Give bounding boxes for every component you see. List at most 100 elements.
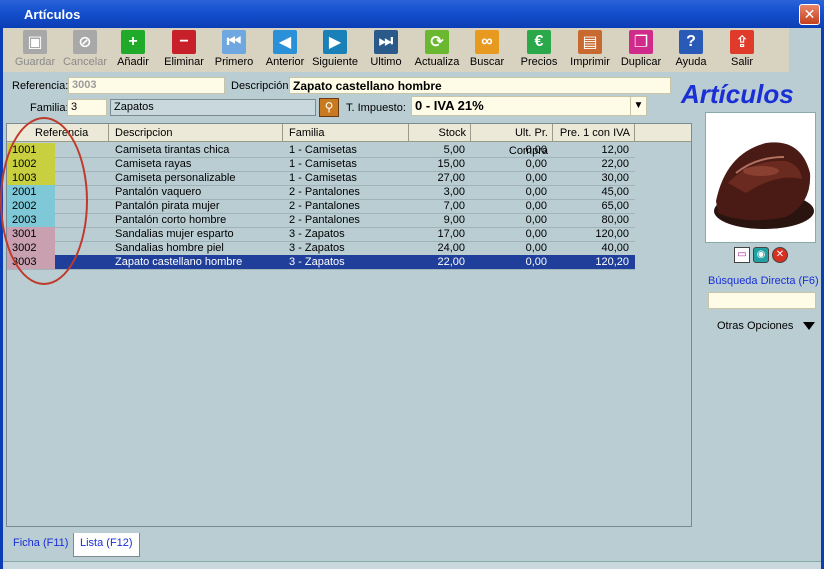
cell-stock: 7,00 [443, 200, 465, 212]
exit-icon: ⇪ [730, 30, 754, 54]
cell-stock: 17,00 [437, 228, 465, 240]
row-divider [7, 269, 635, 270]
grid-header: Referencia Descripcion Familia Stock Ult. Pr… [7, 124, 691, 157]
cell-familia: 2 - Pantalones [289, 186, 360, 198]
column-header-familia[interactable]: Familia [283, 124, 409, 142]
descripcion-label: Descripción: [231, 80, 292, 92]
busqueda-directa-label: Búsqueda Directa (F6) [708, 275, 819, 287]
cell-ult: 0,00 [525, 186, 547, 198]
plus-icon: + [121, 30, 145, 54]
actualiza-button[interactable]: ⟳ Actualiza [411, 30, 463, 70]
cell-familia: 2 - Pantalones [289, 200, 360, 212]
toolbar-button-label: Siguiente [312, 56, 358, 68]
buscar-button[interactable]: ∞ Buscar [461, 30, 513, 70]
familia-code-field[interactable]: 3 [67, 99, 107, 116]
busqueda-directa-input[interactable] [708, 292, 816, 309]
toolbar-button-label: Imprimir [570, 56, 610, 68]
cancelar-button[interactable]: ⊘ Cancelar [59, 30, 111, 70]
cell-stock: 24,00 [437, 242, 465, 254]
descripcion-field[interactable]: Zapato castellano hombre [289, 77, 671, 94]
cell-desc: Camiseta personalizable [115, 172, 236, 184]
anterior-button[interactable]: ◀ Anterior [259, 30, 311, 70]
euro-icon: € [527, 30, 551, 54]
ultimo-button[interactable]: ⏭ Ultimo [360, 30, 412, 70]
table-row[interactable]: 1003 Camiseta personalizable 1 - Camisetas… [7, 171, 635, 185]
minus-icon: − [172, 30, 196, 54]
eye-icon[interactable]: ◉ [753, 247, 769, 263]
cell-pre: 120,20 [595, 256, 629, 268]
salir-button[interactable]: ⇪ Salir [716, 30, 768, 70]
cell-pre: 120,00 [595, 228, 629, 240]
column-header-stock[interactable]: Stock [409, 124, 471, 142]
cell-stock: 15,00 [437, 158, 465, 170]
impuesto-dropdown-arrow[interactable]: ▼ [630, 97, 646, 115]
table-row[interactable]: 1002 Camiseta rayas 1 - Camisetas 15,00 0,00… [7, 157, 635, 171]
first-icon: ⏮ [222, 30, 246, 54]
siguiente-button[interactable]: ▶ Siguiente [309, 30, 361, 70]
duplicar-button[interactable]: ❐ Duplicar [615, 30, 667, 70]
cell-pre: 12,00 [601, 144, 629, 156]
table-row[interactable]: 1001 Camiseta tirantas chica 1 - Camisetas… [7, 143, 635, 157]
primero-button[interactable]: ⏮ Primero [208, 30, 260, 70]
column-header-descripcion[interactable]: Descripcion [109, 124, 283, 142]
cell-desc: Pantalón corto hombre [115, 214, 227, 226]
precios-button[interactable]: € Precios [513, 30, 565, 70]
toolbar-button-label: Salir [730, 56, 753, 68]
familia-label: Familia: [30, 102, 69, 114]
toolbar-button-label: Ultimo [370, 56, 402, 68]
toolbar-button-label: Precios [520, 56, 558, 68]
referencia-label: Referencia: [12, 80, 69, 92]
image-open-icon[interactable]: ▭ [734, 247, 750, 263]
cell-desc: Camiseta tirantas chica [115, 144, 230, 156]
cancel-icon: ⊘ [73, 30, 97, 54]
table-row[interactable]: 2001 Pantalón vaquero 2 - Pantalones 3,00 0,… [7, 185, 635, 199]
ayuda-button[interactable]: ? Ayuda [665, 30, 717, 70]
cell-desc: Sandalias hombre piel [115, 242, 224, 254]
view-tabs: Ficha (F11) Lista (F12) [3, 533, 821, 561]
familia-search-button[interactable]: ⚲ [319, 98, 339, 117]
column-header-ult-pr-compra[interactable]: Ult. Pr. Compra [471, 124, 553, 157]
table-row[interactable]: 2003 Pantalón corto hombre 2 - Pantalones 9… [7, 213, 635, 227]
otras-opciones-arrow-icon[interactable] [803, 322, 815, 330]
referencia-field[interactable]: 3003 [68, 77, 225, 94]
toolbar-button-label: Cancelar [62, 56, 108, 68]
table-row[interactable]: 2002 Pantalón pirata mujer 2 - Pantalones 7… [7, 199, 635, 213]
cell-ult: 0,00 [525, 256, 547, 268]
cell-stock: 9,00 [443, 214, 465, 226]
app-title: Artículos [681, 79, 794, 109]
familia-name-field: Zapatos [110, 99, 316, 116]
impuesto-select[interactable]: 0 - IVA 21% [411, 96, 647, 116]
binoculars-icon: ∞ [475, 30, 499, 54]
otras-opciones-label[interactable]: Otras Opciones [717, 320, 793, 332]
toolbar-button-label: Buscar [469, 56, 505, 68]
table-row[interactable]: 3002 Sandalias hombre piel 3 - Zapatos 24,0… [7, 241, 635, 255]
column-header-pre-1-con-iva[interactable]: Pre. 1 con IVA [553, 124, 635, 142]
status-bar [3, 561, 821, 569]
delete-image-icon[interactable]: ✕ [772, 247, 788, 263]
cell-familia: 3 - Zapatos [289, 242, 345, 254]
cell-pre: 40,00 [601, 242, 629, 254]
guardar-button[interactable]: ▣ Guardar [9, 30, 61, 70]
añadir-button[interactable]: + Añadir [107, 30, 159, 70]
cell-desc: Sandalias mujer esparto [115, 228, 234, 240]
cell-familia: 3 - Zapatos [289, 256, 345, 268]
cell-stock: 22,00 [437, 256, 465, 268]
duplicate-icon: ❐ [629, 30, 653, 54]
imprimir-button[interactable]: ▤ Imprimir [564, 30, 616, 70]
highlight-circle [0, 117, 88, 285]
cell-pre: 30,00 [601, 172, 629, 184]
tab-ficha[interactable]: Ficha (F11) [7, 533, 74, 557]
window-title: Artículos [24, 7, 81, 22]
toolbar-button-label: Añadir [117, 56, 149, 68]
table-row[interactable]: 3001 Sandalias mujer esparto 3 - Zapatos 17… [7, 227, 635, 241]
eliminar-button[interactable]: − Eliminar [158, 30, 210, 70]
table-row[interactable]: 3003 Zapato castellano hombre 3 - Zapatos 2… [7, 255, 635, 269]
cell-ult: 0,00 [525, 228, 547, 240]
product-photo [705, 112, 816, 243]
close-button[interactable]: ✕ [799, 4, 820, 25]
cell-ult: 0,00 [525, 242, 547, 254]
last-icon: ⏭ [374, 30, 398, 54]
tab-lista[interactable]: Lista (F12) [73, 533, 140, 557]
impuesto-label: T. Impuesto: [346, 102, 406, 114]
magnifier-icon: ⚲ [324, 100, 334, 114]
